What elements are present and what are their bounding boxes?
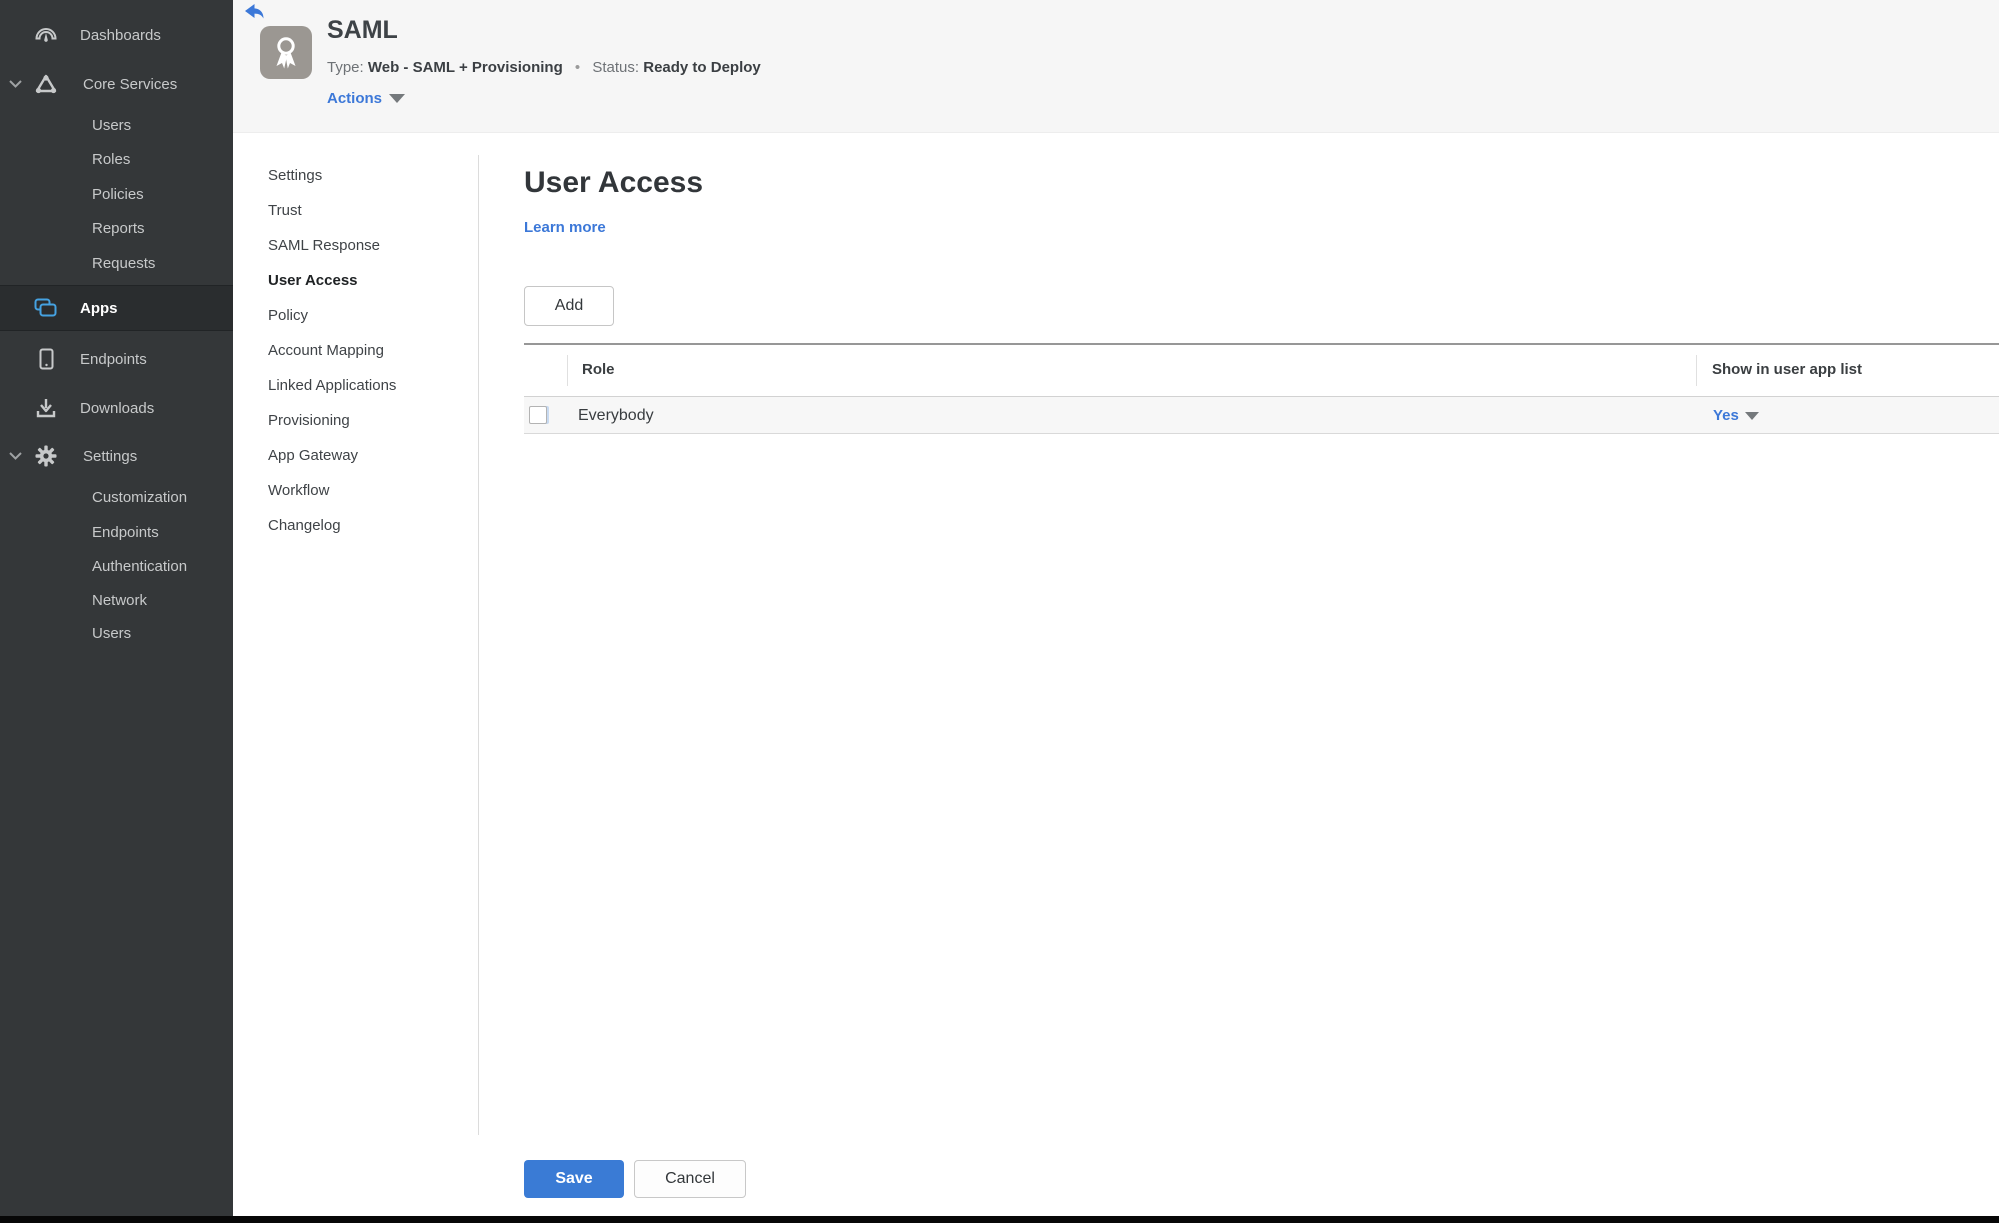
screen-bottom-edge — [0, 1216, 1999, 1223]
sidebar-item-label: Apps — [80, 300, 118, 317]
column-header-role: Role — [582, 361, 615, 378]
gauge-icon — [34, 23, 58, 47]
sidebar-item-network[interactable]: Network — [0, 586, 233, 614]
sidebar-item-dashboards[interactable]: Dashboards — [0, 21, 233, 49]
status-label: Status: — [592, 59, 639, 76]
sidebar-item-settings-users[interactable]: Users — [0, 619, 233, 647]
sidebar-item-downloads[interactable]: Downloads — [0, 394, 233, 422]
core-services-icon — [34, 72, 58, 96]
apps-icon — [34, 296, 58, 320]
sidebar-item-label: Customization — [92, 489, 187, 506]
app-title: SAML — [327, 16, 398, 45]
subnav-item-workflow[interactable]: Workflow — [268, 482, 396, 517]
app-header: SAML Type: Web - SAML + Provisioning • S… — [233, 0, 1999, 133]
sidebar-item-label: Endpoints — [80, 351, 147, 368]
sidebar-item-label: Users — [92, 117, 131, 134]
role-cell: Everybody — [578, 407, 654, 425]
actions-dropdown[interactable]: Actions — [327, 90, 405, 107]
chevron-down-icon[interactable] — [9, 76, 25, 92]
table-row: Everybody Yes — [524, 396, 1999, 434]
sidebar-item-label: Downloads — [80, 400, 154, 417]
page-title: User Access — [524, 166, 703, 200]
caret-down-icon — [389, 94, 405, 103]
sidebar-item-label: Reports — [92, 220, 145, 237]
sidebar-item-label: Settings — [83, 448, 137, 465]
sidebar-item-customization[interactable]: Customization — [0, 483, 233, 511]
table-header-row: Role Show in user app list — [524, 345, 1999, 396]
subnav-item-linked-applications[interactable]: Linked Applications — [268, 377, 396, 412]
show-in-app-list-dropdown[interactable]: Yes — [1713, 407, 1759, 424]
sidebar-item-authentication[interactable]: Authentication — [0, 552, 233, 580]
subnav-item-trust[interactable]: Trust — [268, 202, 396, 237]
column-header-show-in-user-app-list: Show in user app list — [1712, 361, 1862, 378]
sidebar-item-label: Endpoints — [92, 524, 159, 541]
actions-label: Actions — [327, 90, 382, 107]
sidebar-item-apps[interactable]: Apps — [0, 285, 233, 331]
learn-more-link[interactable]: Learn more — [524, 219, 606, 236]
save-button[interactable]: Save — [524, 1160, 624, 1198]
sidebar-item-policies[interactable]: Policies — [0, 180, 233, 208]
sidebar-item-label: Network — [92, 592, 147, 609]
download-icon — [34, 396, 58, 420]
sidebar-item-settings-endpoints[interactable]: Endpoints — [0, 518, 233, 546]
chevron-down-icon[interactable] — [9, 448, 25, 464]
app-meta-line: Type: Web - SAML + Provisioning • Status… — [327, 59, 761, 76]
row-checkbox[interactable] — [529, 406, 547, 424]
subnav-item-settings[interactable]: Settings — [268, 167, 396, 202]
sidebar-item-label: Policies — [92, 186, 144, 203]
dropdown-value: Yes — [1713, 407, 1739, 424]
smartphone-icon — [34, 347, 58, 371]
sidebar-item-roles[interactable]: Roles — [0, 145, 233, 173]
subnav-item-provisioning[interactable]: Provisioning — [268, 412, 396, 447]
sidebar-item-core-services[interactable]: Core Services — [0, 70, 233, 98]
app-subnav: Settings Trust SAML Response User Access… — [268, 167, 396, 552]
caret-down-icon — [1745, 412, 1759, 420]
type-label: Type: — [327, 59, 364, 76]
user-access-table: Role Show in user app list Everybody Yes — [524, 343, 1999, 434]
sidebar-item-label: Roles — [92, 151, 130, 168]
subnav-item-app-gateway[interactable]: App Gateway — [268, 447, 396, 482]
meta-separator: • — [575, 59, 580, 76]
subnav-item-changelog[interactable]: Changelog — [268, 517, 396, 552]
sidebar-item-label: Users — [92, 625, 131, 642]
sidebar-item-reports[interactable]: Reports — [0, 214, 233, 242]
subnav-item-policy[interactable]: Policy — [268, 307, 396, 342]
column-divider — [567, 355, 568, 386]
column-divider — [1696, 355, 1697, 386]
subnav-divider — [478, 155, 479, 1135]
sidebar-item-label: Core Services — [83, 76, 177, 93]
main-area: SAML Type: Web - SAML + Provisioning • S… — [233, 0, 1999, 1223]
sidebar-item-label: Requests — [92, 255, 155, 272]
award-ribbon-icon — [271, 35, 301, 71]
sidebar-item-label: Dashboards — [80, 27, 161, 44]
subnav-item-account-mapping[interactable]: Account Mapping — [268, 342, 396, 377]
cancel-button[interactable]: Cancel — [634, 1160, 746, 1198]
subnav-item-saml-response[interactable]: SAML Response — [268, 237, 396, 272]
sidebar-item-requests[interactable]: Requests — [0, 249, 233, 277]
back-arrow-icon[interactable] — [245, 4, 267, 22]
sidebar-item-endpoints[interactable]: Endpoints — [0, 345, 233, 373]
add-button[interactable]: Add — [524, 286, 614, 326]
sidebar-item-users[interactable]: Users — [0, 111, 233, 139]
status-value: Ready to Deploy — [643, 59, 761, 76]
subnav-item-user-access[interactable]: User Access — [268, 272, 396, 307]
app-logo — [260, 26, 312, 79]
sidebar-item-settings[interactable]: Settings — [0, 442, 233, 470]
sidebar-item-label: Authentication — [92, 558, 187, 575]
sidebar: Dashboards Core Services Users Roles Pol… — [0, 0, 233, 1223]
admin-console-screen: Dashboards Core Services Users Roles Pol… — [0, 0, 1999, 1223]
type-value: Web - SAML + Provisioning — [368, 59, 563, 76]
gear-icon — [34, 444, 58, 468]
